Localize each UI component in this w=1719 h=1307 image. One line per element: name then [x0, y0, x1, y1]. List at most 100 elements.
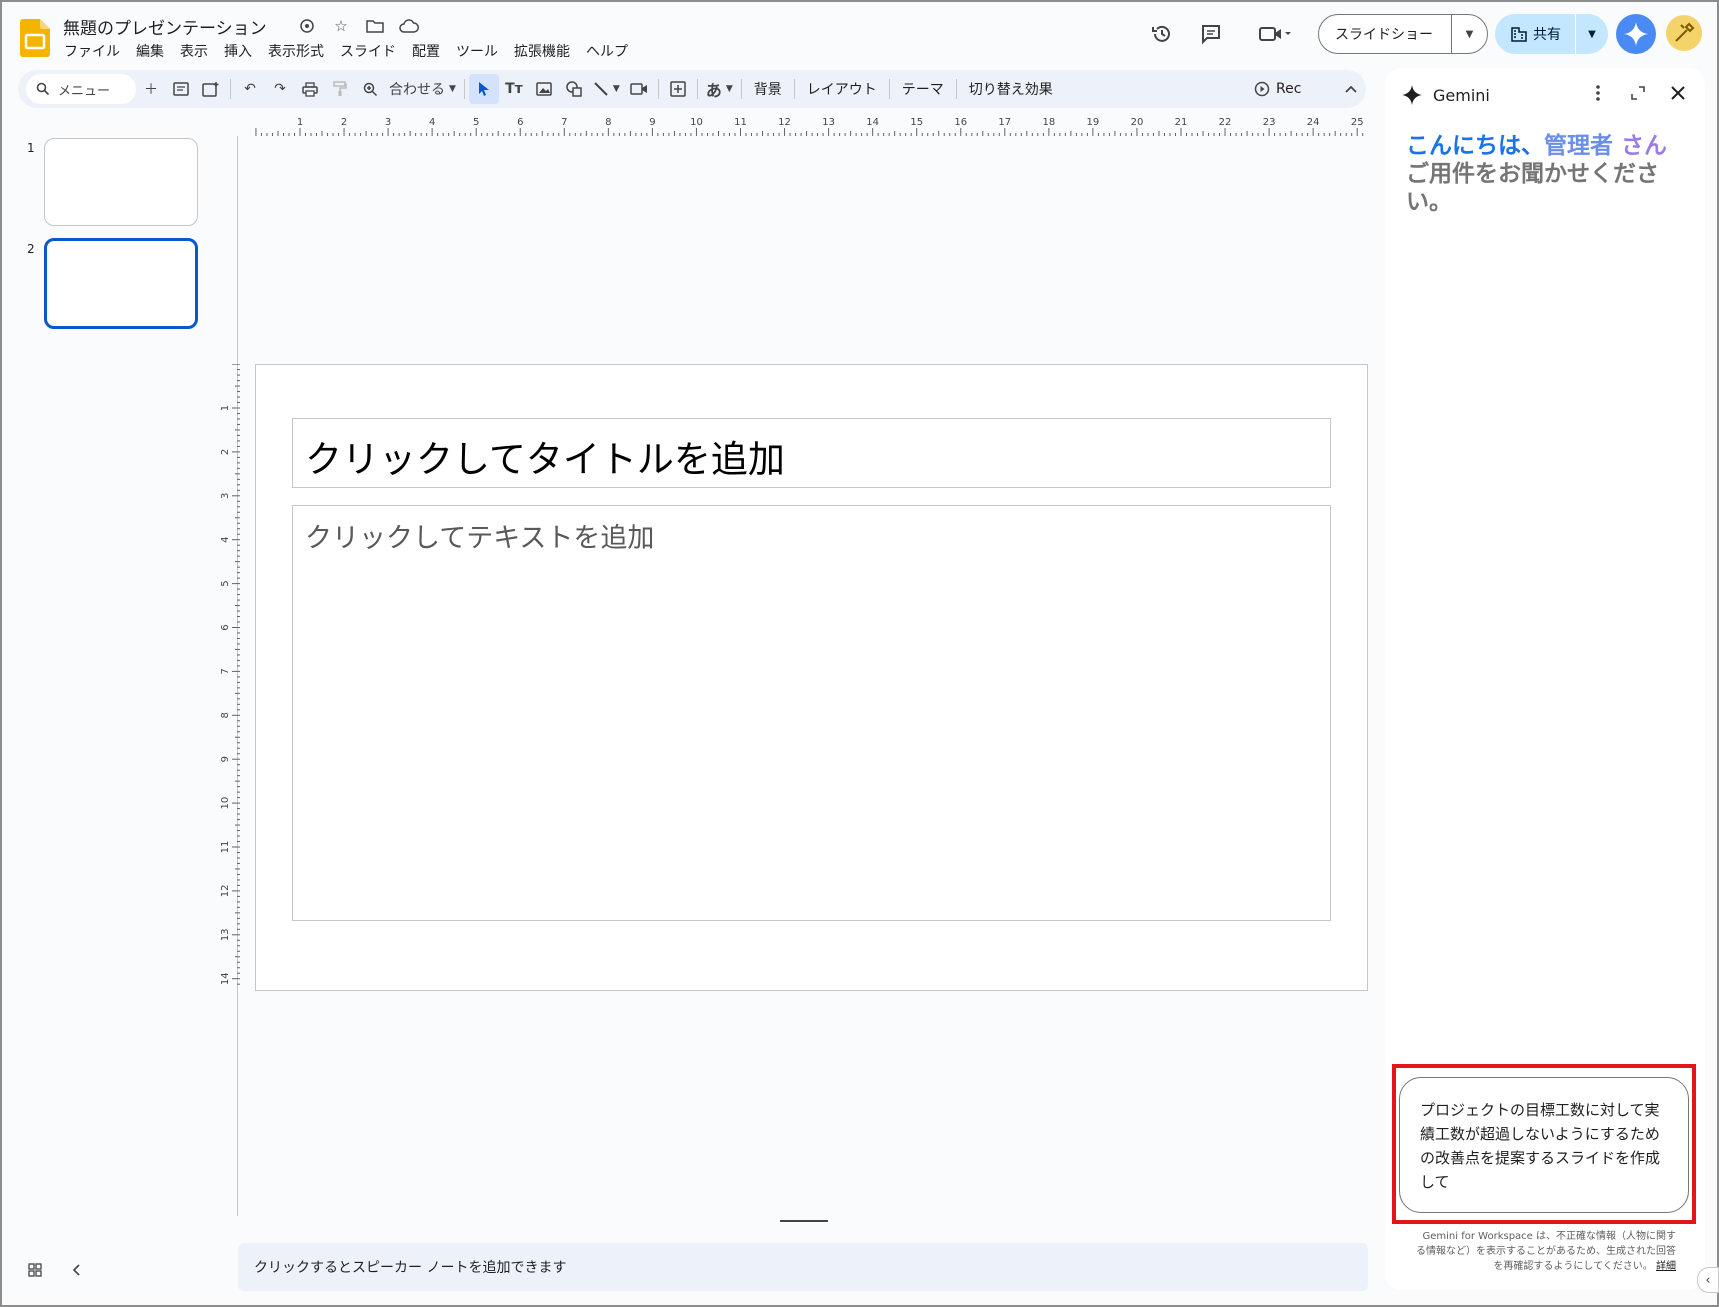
close-icon[interactable] [1665, 80, 1691, 106]
more-vert-icon[interactable] [1585, 80, 1611, 106]
ruler-label: 10 [690, 117, 703, 128]
transition-button[interactable]: 切り替え効果 [961, 74, 1061, 104]
menu-insert[interactable]: 挿入 [216, 42, 260, 62]
ruler-label: 17 [998, 117, 1011, 128]
notes-resize-handle[interactable] [780, 1220, 828, 1222]
move-folder-icon[interactable] [365, 16, 385, 36]
ruler-label: 6 [220, 624, 231, 630]
cloud-status-icon[interactable] [399, 16, 419, 36]
slideshow-button[interactable]: スライドショー ▼ [1318, 14, 1488, 54]
slides-logo-icon[interactable] [20, 19, 50, 57]
ruler-label: 1 [297, 117, 303, 128]
menu-search[interactable]: メニュー [26, 74, 136, 104]
menu-arrange[interactable]: 配置 [404, 42, 448, 62]
zoom-select[interactable]: 合わせる ▼ [385, 74, 460, 104]
insert-video-icon[interactable] [624, 74, 654, 104]
shape-icon[interactable] [559, 74, 589, 104]
toolbar: メニュー ＋ ↶ ↷ 合わせる ▼ Tт ▼ あ ▼ 背景 レイアウト テーマ … [18, 70, 1366, 108]
ruler-label: 23 [1263, 117, 1276, 128]
slide-thumbnail-1[interactable] [44, 138, 198, 226]
ruler-label: 13 [220, 928, 231, 941]
rec-button[interactable]: Rec [1254, 70, 1301, 108]
undo-icon[interactable]: ↶ [235, 74, 265, 104]
horizontal-ruler[interactable]: 1 2 3 4 5 6 7 8 9 10 11 12 13 14 15 16 17 18 19 20 21 22 23 24 2… [254, 116, 1366, 136]
tools-avatar-icon [1675, 22, 1695, 42]
expand-panel-icon[interactable]: ‹ [1697, 1267, 1719, 1293]
gemini-greeting: こんにちは、管理者 さん ご用件をお聞かせください。 [1406, 132, 1676, 216]
disclaimer-link[interactable]: 詳細 [1656, 1261, 1676, 1272]
chevron-down-icon[interactable]: ▼ [1452, 29, 1487, 40]
toolbar-divider [793, 79, 795, 99]
label-icon[interactable] [297, 16, 317, 36]
chevron-up-icon[interactable] [1336, 74, 1366, 104]
rec-label: Rec [1276, 81, 1302, 97]
toolbar-divider [696, 79, 698, 99]
meet-icon[interactable] [1254, 18, 1296, 50]
ruler-label: 12 [778, 117, 791, 128]
add-comment-icon[interactable] [663, 74, 693, 104]
select-tool-icon[interactable] [468, 74, 499, 104]
vertical-ruler[interactable]: 1234567891011121314 [220, 364, 240, 989]
body-placeholder[interactable]: クリックしてテキストを追加 [292, 505, 1331, 921]
version-history-icon[interactable] [1146, 18, 1178, 50]
speaker-notes[interactable]: クリックするとスピーカー ノートを追加できます [238, 1243, 1368, 1291]
greeting-name: 管理者 [1544, 133, 1613, 159]
menu-view[interactable]: 表示 [172, 42, 216, 62]
menu-tools[interactable]: ツール [448, 42, 506, 62]
ruler-label: 16 [954, 117, 967, 128]
ruler-label: 7 [220, 668, 231, 674]
line-icon[interactable]: ▼ [589, 74, 624, 104]
slide-thumbnail-2[interactable] [44, 238, 198, 329]
collapse-filmstrip-icon[interactable] [72, 1262, 82, 1281]
menu-slide[interactable]: スライド [332, 42, 404, 62]
share-button[interactable]: 共有 ▼ [1495, 14, 1608, 54]
ruler-label: 1 [220, 405, 231, 411]
text-box-icon[interactable]: Tт [499, 74, 529, 104]
ruler-label: 24 [1307, 117, 1320, 128]
menu-file[interactable]: ファイル [56, 42, 128, 62]
gemini-sparkle-icon [1401, 84, 1423, 106]
star-icon[interactable]: ☆ [331, 16, 351, 36]
ruler-label: 5 [220, 580, 231, 586]
search-icon [36, 82, 50, 96]
gemini-button[interactable] [1616, 14, 1656, 54]
toolbar-divider [955, 79, 957, 99]
document-title[interactable]: 無題のプレゼンテーション [63, 14, 267, 39]
menu-format[interactable]: 表示形式 [260, 42, 332, 62]
theme-button[interactable]: テーマ [894, 74, 952, 104]
layout-button[interactable]: レイアウト [799, 74, 885, 104]
input-tools[interactable]: あ ▼ [702, 74, 737, 104]
zoom-label: 合わせる [389, 82, 445, 98]
chevron-down-icon[interactable]: ▼ [1576, 29, 1608, 40]
menu-search-label: メニュー [58, 83, 111, 99]
title-placeholder[interactable]: クリックしてタイトルを追加 [292, 418, 1331, 488]
comments-icon[interactable] [1195, 18, 1227, 50]
ruler-label: 3 [385, 117, 391, 128]
grid-view-icon[interactable] [28, 1262, 42, 1281]
paint-format-icon[interactable] [325, 74, 355, 104]
greeting-san: さん [1613, 133, 1668, 159]
open-full-icon[interactable] [1625, 80, 1651, 106]
print-icon[interactable] [295, 74, 325, 104]
menu-help[interactable]: ヘルプ [578, 42, 636, 62]
ruler-label: 20 [1131, 117, 1144, 128]
menu-edit[interactable]: 編集 [128, 42, 172, 62]
new-slide-icon[interactable]: ＋ [136, 74, 166, 104]
ruler-label: 4 [220, 537, 231, 543]
background-button[interactable]: 背景 [746, 74, 790, 104]
redo-icon[interactable]: ↷ [265, 74, 295, 104]
menu-extensions[interactable]: 拡張機能 [506, 42, 578, 62]
insert-image-icon[interactable] [529, 74, 559, 104]
record-play-icon [1254, 81, 1270, 97]
ruler-label: 22 [1219, 117, 1232, 128]
zoom-icon[interactable] [355, 74, 385, 104]
share-label-group: 共有 [1495, 24, 1575, 44]
gemini-prompt-input[interactable]: プロジェクトの目標工数に対して実績工数が超過しないようにするための改善点を提案す… [1399, 1077, 1689, 1213]
ruler-label: 12 [220, 885, 231, 898]
greeting-hello: こんにちは、 [1406, 133, 1544, 159]
ruler-label: 9 [220, 756, 231, 762]
slide-layout-icon[interactable] [166, 74, 196, 104]
ruler-label: 18 [1042, 117, 1055, 128]
avatar[interactable] [1666, 15, 1702, 51]
new-slide-from-template-icon[interactable] [196, 74, 226, 104]
